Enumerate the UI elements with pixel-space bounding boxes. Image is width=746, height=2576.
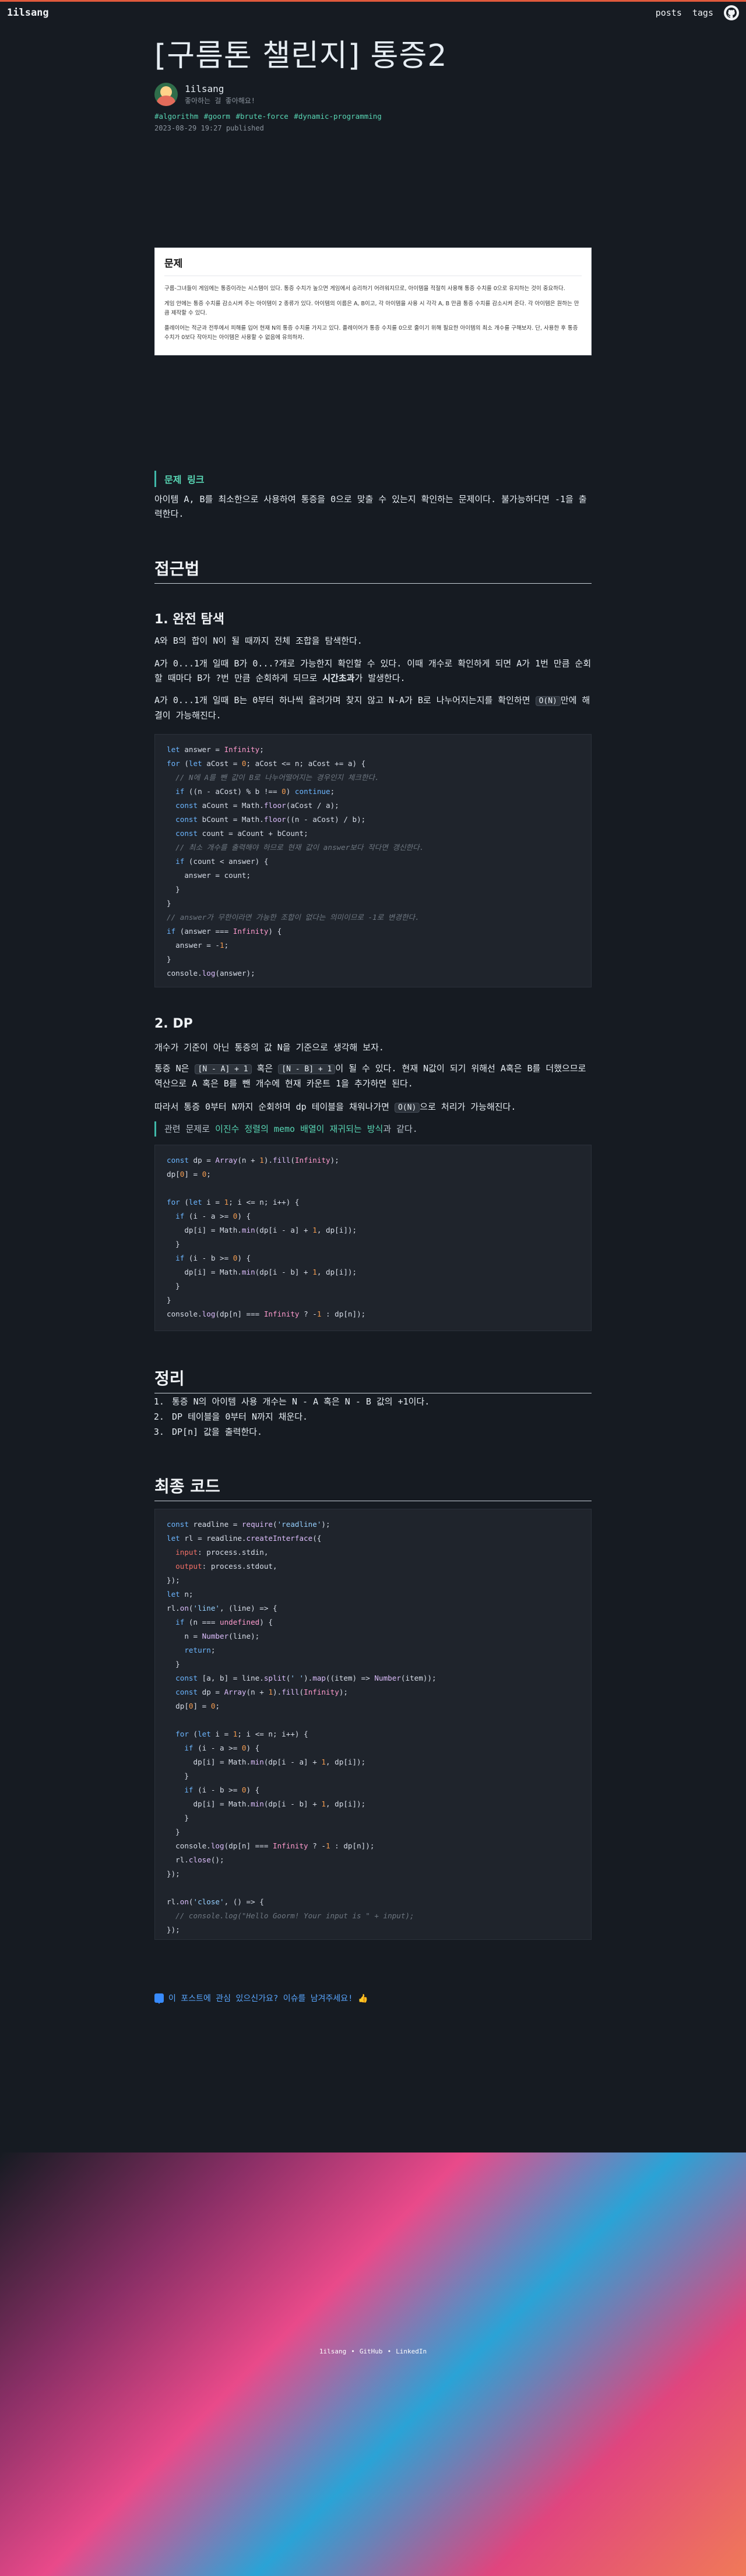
section-heading-approach: 접근법	[154, 556, 592, 584]
code-block-dp[interactable]: const dp = Array(n + 1).fill(Infinity); d…	[154, 1145, 592, 1331]
list-item: DP[n] 값을 출력한다.	[170, 1424, 607, 1439]
comment-icon	[154, 1993, 164, 2004]
site-logo-link[interactable]: 1ilsang	[7, 7, 49, 19]
author-meta: 1ilsang 좋아하는 걸 좋아해요!	[185, 83, 255, 105]
dp-paragraph-2: 통증 N은 [N - A] + 1 혹은 [N - B] + 1이 될 수 있다…	[154, 1061, 592, 1091]
problem-image-paragraph: 플레이어는 적군과 전투에서 피해를 입어 현재 N의 통증 수치를 가지고 있…	[164, 325, 578, 341]
related-problem-link[interactable]: 이진수 정렬의 memo 배열이 재귀되는 방식	[215, 1124, 383, 1134]
text-segment: 과 같다.	[383, 1124, 418, 1134]
text-segment: 으로 처리가 가능해진다.	[420, 1102, 516, 1112]
footer-separator: •	[351, 2348, 355, 2355]
nav-menu: posts tags	[656, 5, 739, 20]
top-navigation-bar: 1ilsang posts tags	[0, 0, 746, 23]
problem-image-paragraph: 게임 안에는 통증 수치를 감소시켜 주는 아이템이 2 종류가 있다. 아이템…	[164, 301, 579, 316]
problem-image-heading: 문제	[164, 255, 582, 276]
nav-tags-link[interactable]: tags	[692, 8, 713, 18]
text-segment: 따라서 통증 0부터 N까지 순회하며 dp 테이블을 채워나가면	[154, 1102, 395, 1112]
code-block-final[interactable]: const readline = require('readline'); let…	[154, 1509, 592, 1940]
footer-link-home[interactable]: 1ilsang	[319, 2348, 346, 2355]
inline-code: O(N)	[394, 1103, 420, 1113]
nav-posts-link[interactable]: posts	[656, 8, 682, 18]
text-segment: 혹은	[251, 1063, 279, 1074]
author-avatar[interactable]	[154, 83, 178, 106]
inline-code: [N - A] + 1	[194, 1064, 252, 1074]
subheading-brute-force: 1. 완전 탐색	[154, 612, 224, 627]
post-date: 2023-08-29 19:27 published	[154, 124, 264, 132]
footer-links: 1ilsang • GitHub • LinkedIn	[0, 2348, 746, 2355]
text-segment: 가 발생한다.	[354, 673, 406, 683]
list-item: 통증 N의 아이템 사용 개수는 N - A 혹은 N - B 값의 +1이다.	[170, 1394, 607, 1409]
bold-time-limit: 시간초과	[322, 673, 355, 683]
author-name[interactable]: 1ilsang	[185, 83, 255, 94]
brute-paragraph-2: A가 0...1개 일때 B가 0...?개로 가능한지 확인할 수 있다. 이…	[154, 657, 592, 686]
footer-link-linkedin[interactable]: LinkedIn	[396, 2348, 427, 2355]
section-heading-summary: 정리	[154, 1366, 592, 1393]
text-segment: 관련 문제로	[164, 1124, 216, 1134]
feedback-text[interactable]: 이 포스트에 관심 있으신가요? 이슈를 남겨주세요! 👍	[168, 1992, 368, 2004]
brute-paragraph-3: A가 0...1개 일때 B는 0부터 하나씩 올려가며 찾지 않고 N-A가 …	[154, 693, 592, 723]
github-icon[interactable]	[724, 5, 739, 20]
problem-image-paragraph: 구름-그녀들이 게임에는 통증이라는 시스템이 있다. 통증 수치가 높으면 게…	[164, 285, 565, 292]
post-header: [구름톤 챌린지] 통증2 1ilsang 좋아하는 걸 좋아해요! #algo…	[154, 35, 592, 132]
subheading-dp: 2. DP	[154, 1017, 193, 1031]
feedback-callout[interactable]: 이 포스트에 관심 있으신가요? 이슈를 남겨주세요! 👍	[154, 1992, 368, 2004]
problem-statement-image: 문제 구름-그녀들이 게임에는 통증이라는 시스템이 있다. 통증 수치가 높으…	[154, 248, 592, 355]
problem-link[interactable]: 문제 링크	[164, 472, 205, 486]
dp-paragraph-1: 개수가 기준이 아닌 통증의 값 N을 기준으로 생각해 보자.	[154, 1042, 384, 1053]
inline-code: [N - B] + 1	[278, 1064, 336, 1074]
text-segment: 통증 N은	[154, 1063, 195, 1074]
code-block-brute-force[interactable]: let answer = Infinity; for (let aCost = 0…	[154, 734, 592, 987]
inline-code: O(N)	[535, 696, 561, 706]
post-title: [구름톤 챌린지] 통증2	[154, 38, 448, 73]
author-block: 1ilsang 좋아하는 걸 좋아해요!	[154, 83, 592, 106]
footer-separator: •	[387, 2348, 392, 2355]
problem-link-callout: 문제 링크	[154, 471, 205, 487]
summary-list: 통증 N의 아이템 사용 개수는 N - A 혹은 N - B 값의 +1이다.…	[154, 1394, 607, 1439]
text-segment: A가 0...1개 일때 B는 0부터 하나씩 올려가며 찾지 않고 N-A가 …	[154, 695, 536, 705]
related-problem-quote: 관련 문제로 이진수 정렬의 memo 배열이 재귀되는 방식과 같다.	[154, 1121, 596, 1137]
intro-paragraph: 아이템 A, B를 최소한으로 사용하여 통증을 0으로 맞출 수 있는지 확인…	[154, 494, 587, 519]
brute-paragraph-1: A와 B의 합이 N이 될 때까지 전체 조합을 탐색한다.	[154, 636, 363, 646]
section-heading-final-code: 최종 코드	[154, 1474, 592, 1501]
post-tags[interactable]: #algorithm #goorm #brute-force #dynamic-…	[154, 112, 592, 121]
footer-link-github[interactable]: GitHub	[360, 2348, 383, 2355]
author-description: 좋아하는 걸 좋아해요!	[185, 97, 256, 105]
list-item: DP 테이블을 0부터 N까지 채운다.	[170, 1409, 607, 1424]
page-footer: 1ilsang • GitHub • LinkedIn	[0, 2152, 746, 2576]
dp-paragraph-3: 따라서 통증 0부터 N까지 순회하며 dp 테이블을 채워나가면 O(N) 으로…	[154, 1100, 592, 1115]
